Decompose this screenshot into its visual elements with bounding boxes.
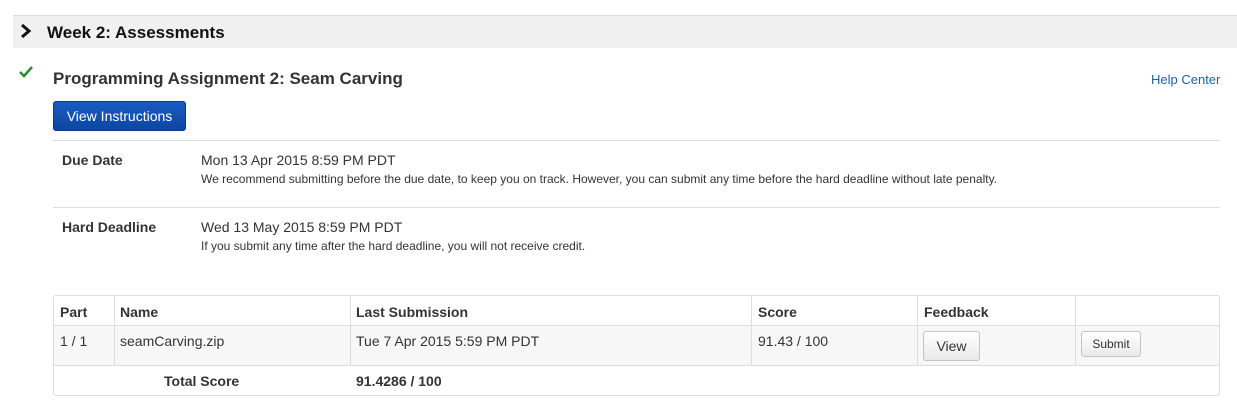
view-instructions-button[interactable]: View Instructions xyxy=(53,101,186,131)
due-date-label: Due Date xyxy=(62,152,123,168)
due-date-note: We recommend submitting before the due d… xyxy=(201,172,998,186)
hard-deadline-note: If you submit any time after the hard de… xyxy=(201,239,586,253)
row-score: 91.43 / 100 xyxy=(758,333,829,349)
help-center-link[interactable]: Help Center xyxy=(1151,72,1220,87)
header-score: Score xyxy=(758,304,797,320)
week-header[interactable]: Week 2: Assessments xyxy=(13,15,1237,48)
submit-button[interactable]: Submit xyxy=(1081,331,1141,357)
total-score-value: 91.4286 / 100 xyxy=(356,373,442,389)
row-name: seamCarving.zip xyxy=(120,333,225,349)
total-score-label: Total Score xyxy=(164,373,240,389)
header-last-submission: Last Submission xyxy=(356,304,469,320)
assignment-title: Programming Assignment 2: Seam Carving xyxy=(53,69,403,88)
divider xyxy=(53,207,1220,208)
header-feedback: Feedback xyxy=(924,304,989,320)
view-feedback-button[interactable]: View xyxy=(923,331,980,361)
check-icon xyxy=(19,66,33,78)
hard-deadline-label: Hard Deadline xyxy=(62,219,157,235)
table-row xyxy=(54,326,1219,365)
row-last-submission: Tue 7 Apr 2015 5:59 PM PDT xyxy=(356,333,540,349)
submissions-table: Part Name Last Submission Score Feedback… xyxy=(53,295,1220,396)
divider xyxy=(53,140,1220,141)
hard-deadline-value: Wed 13 May 2015 8:59 PM PDT xyxy=(201,219,403,235)
header-part: Part xyxy=(60,304,88,320)
row-part: 1 / 1 xyxy=(60,333,88,349)
due-date-value: Mon 13 Apr 2015 8:59 PM PDT xyxy=(201,152,396,168)
chevron-right-icon[interactable] xyxy=(19,23,33,39)
header-name: Name xyxy=(120,304,159,320)
week-title: Week 2: Assessments xyxy=(47,23,225,42)
